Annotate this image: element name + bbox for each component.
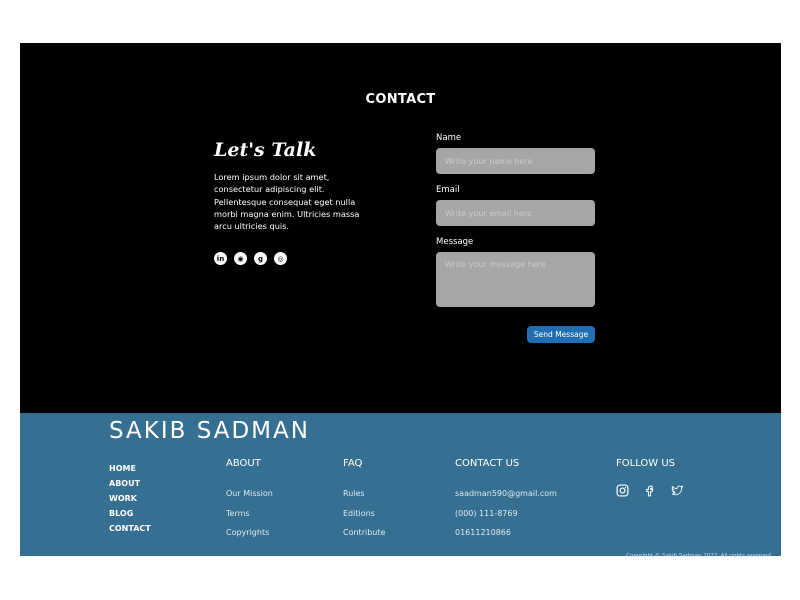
nav-home[interactable]: HOME bbox=[109, 461, 151, 476]
name-input[interactable] bbox=[436, 148, 595, 174]
follow-heading: FOLLOW US bbox=[616, 458, 676, 469]
about-link[interactable]: Our Mission bbox=[226, 484, 273, 504]
lets-talk-title: Let's Talk bbox=[214, 139, 317, 161]
message-label: Message bbox=[436, 237, 474, 247]
name-label: Name bbox=[436, 133, 462, 143]
nav-work[interactable]: WORK bbox=[109, 491, 151, 506]
about-heading: ABOUT bbox=[226, 458, 261, 469]
nav-about[interactable]: ABOUT bbox=[109, 476, 151, 491]
google-plus-icon[interactable]: g bbox=[254, 252, 267, 265]
contact-section: CONTACT Let's Talk Lorem ipsum dolor sit… bbox=[20, 43, 781, 413]
faq-heading: FAQ bbox=[343, 458, 363, 469]
nav-contact[interactable]: CONTACT bbox=[109, 521, 151, 536]
social-links: in ◉ g ◎ bbox=[214, 252, 287, 265]
lets-talk-text: Lorem ipsum dolor sit amet, consectetur … bbox=[214, 172, 360, 232]
about-link[interactable]: Copyrights bbox=[226, 523, 273, 543]
contact-mobile: 01611210866 bbox=[455, 528, 511, 537]
instagram-icon[interactable]: ◎ bbox=[274, 252, 287, 265]
instagram-icon[interactable] bbox=[616, 484, 629, 500]
message-textarea[interactable] bbox=[436, 252, 595, 307]
site-footer: SAKIB SADMAN HOME ABOUT WORK BLOG CONTAC… bbox=[20, 413, 781, 559]
brand-logo: SAKIB SADMAN bbox=[109, 418, 310, 444]
linkedin-icon[interactable]: in bbox=[214, 252, 227, 265]
nav-blog[interactable]: BLOG bbox=[109, 506, 151, 521]
contact-us-heading: CONTACT US bbox=[455, 458, 520, 469]
email-label: Email bbox=[436, 185, 460, 195]
facebook-icon[interactable] bbox=[643, 484, 656, 500]
email-input[interactable] bbox=[436, 200, 595, 226]
contact-phone: (000) 111-8769 bbox=[455, 508, 518, 518]
copyright-text: Copyright © Sakib Sadman 2022. All right… bbox=[626, 553, 771, 559]
contact-heading: CONTACT bbox=[365, 92, 436, 107]
send-message-button[interactable]: Send Message bbox=[527, 326, 595, 343]
github-icon[interactable]: ◉ bbox=[234, 252, 247, 265]
about-link[interactable]: Terms bbox=[226, 504, 273, 524]
faq-column: FAQ Rules Editions Contribute bbox=[343, 458, 385, 543]
contact-email[interactable]: saadman590@gmail.com bbox=[455, 484, 557, 504]
twitter-icon[interactable] bbox=[670, 484, 684, 500]
follow-icons bbox=[616, 484, 684, 500]
faq-link[interactable]: Rules bbox=[343, 484, 385, 504]
footer-nav: HOME ABOUT WORK BLOG CONTACT bbox=[109, 461, 151, 536]
contact-us-column: CONTACT US saadman590@gmail.com (000) 11… bbox=[455, 458, 557, 543]
about-column: ABOUT Our Mission Terms Copyrights bbox=[226, 458, 273, 543]
follow-column: FOLLOW US bbox=[616, 458, 684, 500]
faq-link[interactable]: Contribute bbox=[343, 523, 385, 543]
faq-link[interactable]: Editions bbox=[343, 504, 385, 524]
